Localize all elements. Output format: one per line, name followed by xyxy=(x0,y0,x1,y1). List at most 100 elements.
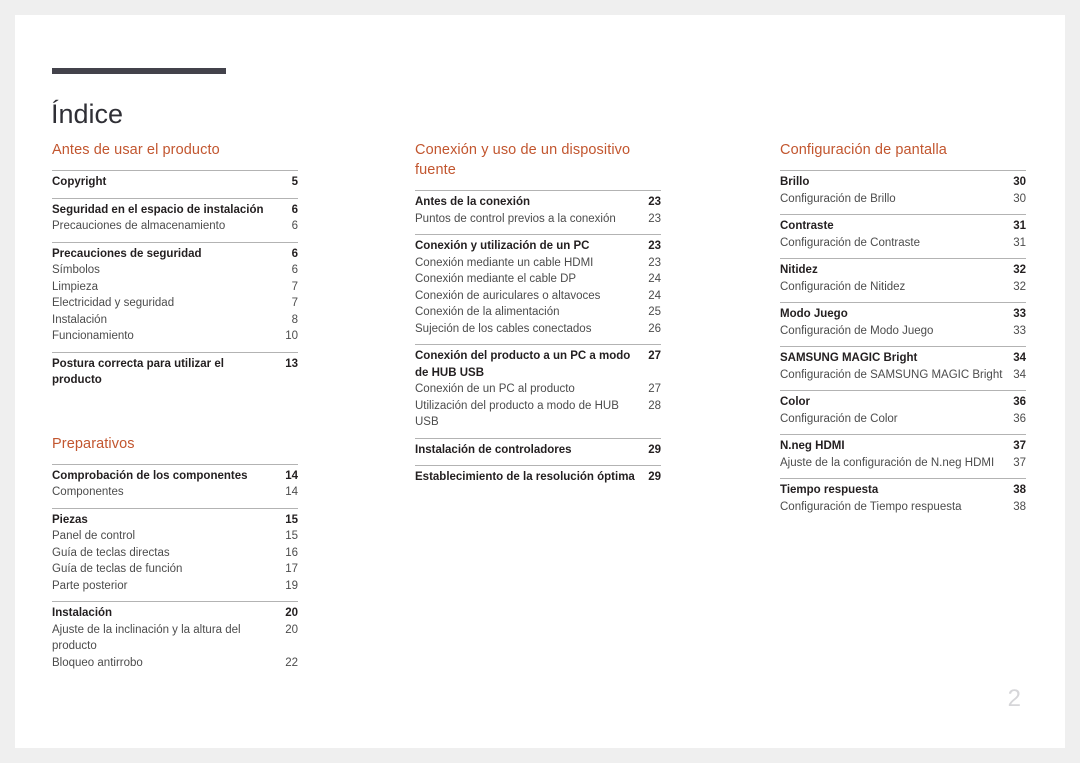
toc-entry-page-number: 23 xyxy=(648,196,661,208)
toc-entry-main[interactable]: Contraste 31 xyxy=(780,218,1026,235)
toc-subentry[interactable]: Precauciones de almacenamiento 6 xyxy=(52,218,298,235)
toc-entry-main[interactable]: Conexión del producto a un PC a modo de … xyxy=(415,348,661,381)
toc-subentry-page-number: 6 xyxy=(291,264,298,276)
toc-entry: Seguridad en el espacio de instalación 6 P… xyxy=(52,197,298,242)
toc-subentry[interactable]: Conexión mediante el cable DP 24 xyxy=(415,271,661,288)
toc-entry-main[interactable]: Nitidez 32 xyxy=(780,262,1026,279)
toc-entry-main[interactable]: Seguridad en el espacio de instalación 6 xyxy=(52,202,298,219)
toc-entry-main[interactable]: N.neg HDMI 37 xyxy=(780,438,1026,455)
toc-subentry[interactable]: Ajuste de la inclinación y la altura del… xyxy=(52,622,298,655)
toc-subentry[interactable]: Configuración de Color 36 xyxy=(780,411,1026,428)
toc-entry-main[interactable]: Postura correcta para utilizar el produc… xyxy=(52,356,298,389)
toc-entry-main[interactable]: Conexión y utilización de un PC 23 xyxy=(415,238,661,255)
toc-column-2: Conexión y uso de un dispositivo fuente A… xyxy=(415,140,661,493)
toc-subentry[interactable]: Limpieza 7 xyxy=(52,279,298,296)
toc-entry: Antes de la conexión 23 Puntos de control … xyxy=(415,190,661,234)
toc-subentry-label: Configuración de Nitidez xyxy=(780,280,906,293)
section-heading: Preparativos xyxy=(52,435,135,452)
toc-entry: Instalación 20 Ajuste de la inclinación y … xyxy=(52,601,298,678)
toc-entry: Nitidez 32 Configuración de Nitidez 32 xyxy=(780,258,1026,302)
document-page: Índice Antes de usar el producto Copyrigh… xyxy=(15,15,1065,748)
toc-entry-page-number: 36 xyxy=(1013,396,1026,408)
toc-subentry-page-number: 23 xyxy=(648,256,661,269)
toc-subentry-page-number: 14 xyxy=(285,486,298,498)
toc-entry-page-number: 15 xyxy=(285,513,298,526)
toc-entry-main[interactable]: SAMSUNG MAGIC Bright 34 xyxy=(780,350,1026,367)
toc-entry-page-number: 31 xyxy=(1013,220,1026,232)
toc-entry: Modo Juego 33 Configuración de Modo Juego 3… xyxy=(780,302,1026,346)
toc-entry-page-number: 30 xyxy=(1013,176,1026,188)
toc-subentry[interactable]: Funcionamiento 10 xyxy=(52,328,298,345)
toc-subentry-page-number: 34 xyxy=(1013,368,1026,381)
toc-subentry-label: Funcionamiento xyxy=(52,330,134,342)
toc-subentry-label: Configuración de SAMSUNG MAGIC Bright xyxy=(780,368,1003,381)
toc-subentry-page-number: 19 xyxy=(285,579,298,592)
toc-subentry[interactable]: Configuración de Tiempo respuesta 38 xyxy=(780,499,1026,516)
toc-subentry-page-number: 31 xyxy=(1013,236,1026,249)
page-number-folio: 2 xyxy=(1007,685,1021,712)
toc-entry-main[interactable]: Brillo 30 xyxy=(780,174,1026,191)
toc-subentry-label: Sujeción de los cables conectados xyxy=(415,322,592,335)
toc-subentry-page-number: 20 xyxy=(285,623,298,636)
toc-entry-label: Conexión del producto a un PC a modo de … xyxy=(415,350,631,379)
toc-subentry[interactable]: Conexión de la alimentación 25 xyxy=(415,304,661,321)
toc-subentry-label: Configuración de Color xyxy=(780,412,898,425)
toc-subentry-page-number: 27 xyxy=(648,383,661,395)
toc-subentry-label: Bloqueo antirrobo xyxy=(52,656,143,669)
toc-subentry[interactable]: Parte posterior 19 xyxy=(52,578,298,595)
toc-subentry[interactable]: Sujeción de los cables conectados 26 xyxy=(415,321,661,338)
toc-entry-main[interactable]: Antes de la conexión 23 xyxy=(415,194,661,211)
toc-subentry-label: Conexión mediante el cable DP xyxy=(415,273,577,285)
toc-entry-page-number: 14 xyxy=(285,469,298,482)
toc-entry-main[interactable]: Instalación de controladores 29 xyxy=(415,442,661,459)
toc-column-3: Configuración de pantalla Brillo 30 Configu… xyxy=(780,140,1026,522)
toc-subentry-page-number: 26 xyxy=(648,322,661,335)
toc-entry-label: Modo Juego xyxy=(780,308,848,320)
toc-subentry[interactable]: Panel de control 15 xyxy=(52,528,298,545)
toc-subentry[interactable]: Puntos de control previos a la conexión 2… xyxy=(415,211,661,228)
toc-subentry-label: Configuración de Brillo xyxy=(780,192,896,205)
toc-subentry[interactable]: Bloqueo antirrobo 22 xyxy=(52,655,298,672)
toc-subentry-label: Símbolos xyxy=(52,264,100,276)
section-heading: Conexión y uso de un dispositivo fuente xyxy=(415,142,631,178)
toc-entry: Postura correcta para utilizar el produc… xyxy=(52,351,298,396)
toc-entry-main[interactable]: Comprobación de los componentes 14 xyxy=(52,468,298,485)
toc-entry-label: Instalación xyxy=(52,607,113,619)
toc-subentry[interactable]: Componentes 14 xyxy=(52,484,298,501)
toc-subentry[interactable]: Guía de teclas directas 16 xyxy=(52,545,298,562)
toc-subentry[interactable]: Conexión de auriculares o altavoces 24 xyxy=(415,288,661,305)
toc-subentry[interactable]: Guía de teclas de función 17 xyxy=(52,561,298,578)
toc-entry-label: Instalación de controladores xyxy=(415,443,572,456)
toc-subentry-page-number: 6 xyxy=(291,220,298,232)
toc-entry-main[interactable]: Instalación 20 xyxy=(52,605,298,622)
toc-subentry[interactable]: Configuración de Modo Juego 33 xyxy=(780,323,1026,340)
toc-subentry-label: Instalación xyxy=(52,313,107,326)
toc-entry-main[interactable]: Precauciones de seguridad 6 xyxy=(52,246,298,263)
toc-subentry[interactable]: Conexión mediante un cable HDMI 23 xyxy=(415,255,661,272)
toc-subentry[interactable]: Instalación 8 xyxy=(52,312,298,329)
toc-entry: N.neg HDMI 37 Ajuste de la configuración d… xyxy=(780,434,1026,478)
toc-entry-page-number: 37 xyxy=(1013,440,1026,452)
toc-entry-main[interactable]: Modo Juego 33 xyxy=(780,306,1026,323)
section-heading: Antes de usar el producto xyxy=(52,142,220,158)
toc-subentry[interactable]: Configuración de Brillo 30 xyxy=(780,191,1026,208)
toc-subentry[interactable]: Ajuste de la configuración de N.neg HDMI… xyxy=(780,455,1026,472)
page-title: Índice xyxy=(51,99,124,130)
toc-entry-main[interactable]: Tiempo respuesta 38 xyxy=(780,482,1026,499)
toc-entry-main[interactable]: Copyright 5 xyxy=(52,174,298,191)
toc-subentry[interactable]: Configuración de SAMSUNG MAGIC Bright 34 xyxy=(780,367,1026,384)
toc-entry-main[interactable]: Establecimiento de la resolución óptima 2… xyxy=(415,469,661,486)
toc-entry-main[interactable]: Piezas 15 xyxy=(52,512,298,529)
toc-entry: Conexión y utilización de un PC 23 Conexió… xyxy=(415,234,661,344)
toc-subentry[interactable]: Utilización del producto a modo de HUB U… xyxy=(415,398,661,431)
toc-subentry[interactable]: Símbolos 6 xyxy=(52,262,298,279)
toc-entry-main[interactable]: Color 36 xyxy=(780,394,1026,411)
toc-subentry[interactable]: Configuración de Nitidez 32 xyxy=(780,279,1026,296)
toc-subentry-label: Conexión de la alimentación xyxy=(415,306,560,318)
toc-subentry-label: Utilización del producto a modo de HUB U… xyxy=(415,399,619,429)
toc-subentry[interactable]: Conexión de un PC al producto 27 xyxy=(415,381,661,398)
toc-subentry[interactable]: Configuración de Contraste 31 xyxy=(780,235,1026,252)
toc-subentry[interactable]: Electricidad y seguridad 7 xyxy=(52,295,298,312)
toc-subentry-label: Configuración de Contraste xyxy=(780,236,920,249)
toc-subentry-page-number: 7 xyxy=(291,280,298,293)
